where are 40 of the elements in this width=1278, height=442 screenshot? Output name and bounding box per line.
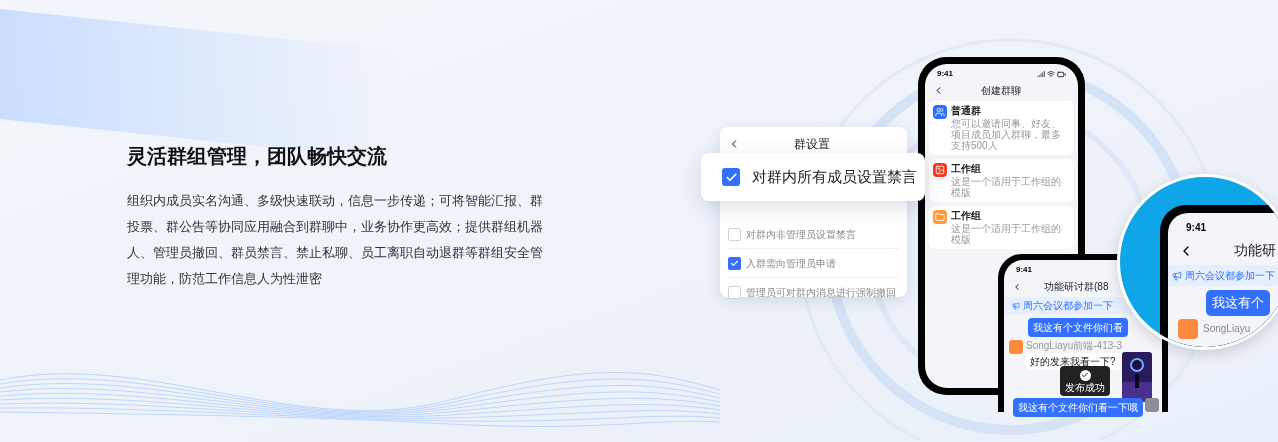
- checkbox[interactable]: [728, 256, 741, 270]
- check-icon: [724, 170, 738, 184]
- setting-option[interactable]: 管理员可对群内消息进行强制撤回: [728, 278, 899, 307]
- success-icon: [1079, 369, 1091, 381]
- avatar: [1009, 340, 1023, 354]
- announcement-text: 周六会议都参加一下: [1023, 299, 1113, 313]
- group-type-title: 普通群: [951, 105, 982, 117]
- group-type-title: 工作组: [951, 163, 982, 175]
- sender-name: SongLiayu: [1203, 322, 1251, 336]
- message-bubble: 我这有个文件你们看一下哦: [1013, 398, 1143, 417]
- avatar: [1178, 318, 1198, 339]
- group-type-card[interactable]: 普通群 您可以邀请同事、好友、项目成员加入群聊，最多支持500人: [929, 101, 1074, 155]
- message-bubble: 我这有个文件你们看: [1028, 318, 1128, 337]
- toast: 发布成功: [1060, 366, 1110, 396]
- message-bubble: 我这有个: [1206, 290, 1270, 316]
- announcement-icon: [1172, 270, 1182, 281]
- section-description: 组织内成员实名沟通、多级快速联动，信息一步传递；可将智能汇报、群投票、群公告等协同应用融合到群聊中，业务协作更高效；提供群组机器人、管理员撤回、群员禁言、禁止私聊、员工离职自动退群等群组安全管理功能，防范工作信息人为性泄密: [127, 192, 544, 288]
- status-time: 9:41: [1016, 264, 1032, 276]
- check-icon: [730, 258, 739, 268]
- status-icons: [1037, 69, 1066, 79]
- checkbox[interactable]: [728, 286, 741, 299]
- chat-title: 功能研: [1234, 241, 1276, 260]
- avatar: [1145, 398, 1159, 412]
- group-type-desc: 您可以邀请同事、好友、项目成员加入群聊，最多支持500人: [951, 118, 1062, 151]
- announcement-text: 周六会议都参加一下: [1185, 269, 1275, 283]
- chat-title: 功能研讨群(88: [1044, 280, 1109, 294]
- status-time: 9:41: [1186, 221, 1207, 235]
- back-icon[interactable]: [1012, 281, 1022, 292]
- announcement-icon: [1012, 301, 1020, 310]
- highlight-option[interactable]: 对群内所有成员设置禁言: [701, 153, 925, 201]
- setting-option[interactable]: 对群内非管理员设置禁言: [728, 220, 899, 249]
- setting-option[interactable]: 入群需向管理员申请: [728, 249, 899, 278]
- checkbox[interactable]: [722, 168, 740, 186]
- group-type-title: 工作组: [951, 210, 982, 222]
- section-heading: 灵活群组管理，团队畅快交流: [127, 144, 388, 169]
- screen-title: 创建群聊: [980, 84, 1022, 98]
- checkbox[interactable]: [728, 227, 741, 241]
- status-time: 9:41: [937, 68, 953, 80]
- sender-name: SongLiayu前端-413-3: [1026, 340, 1123, 351]
- card-title: 群设置: [792, 136, 831, 153]
